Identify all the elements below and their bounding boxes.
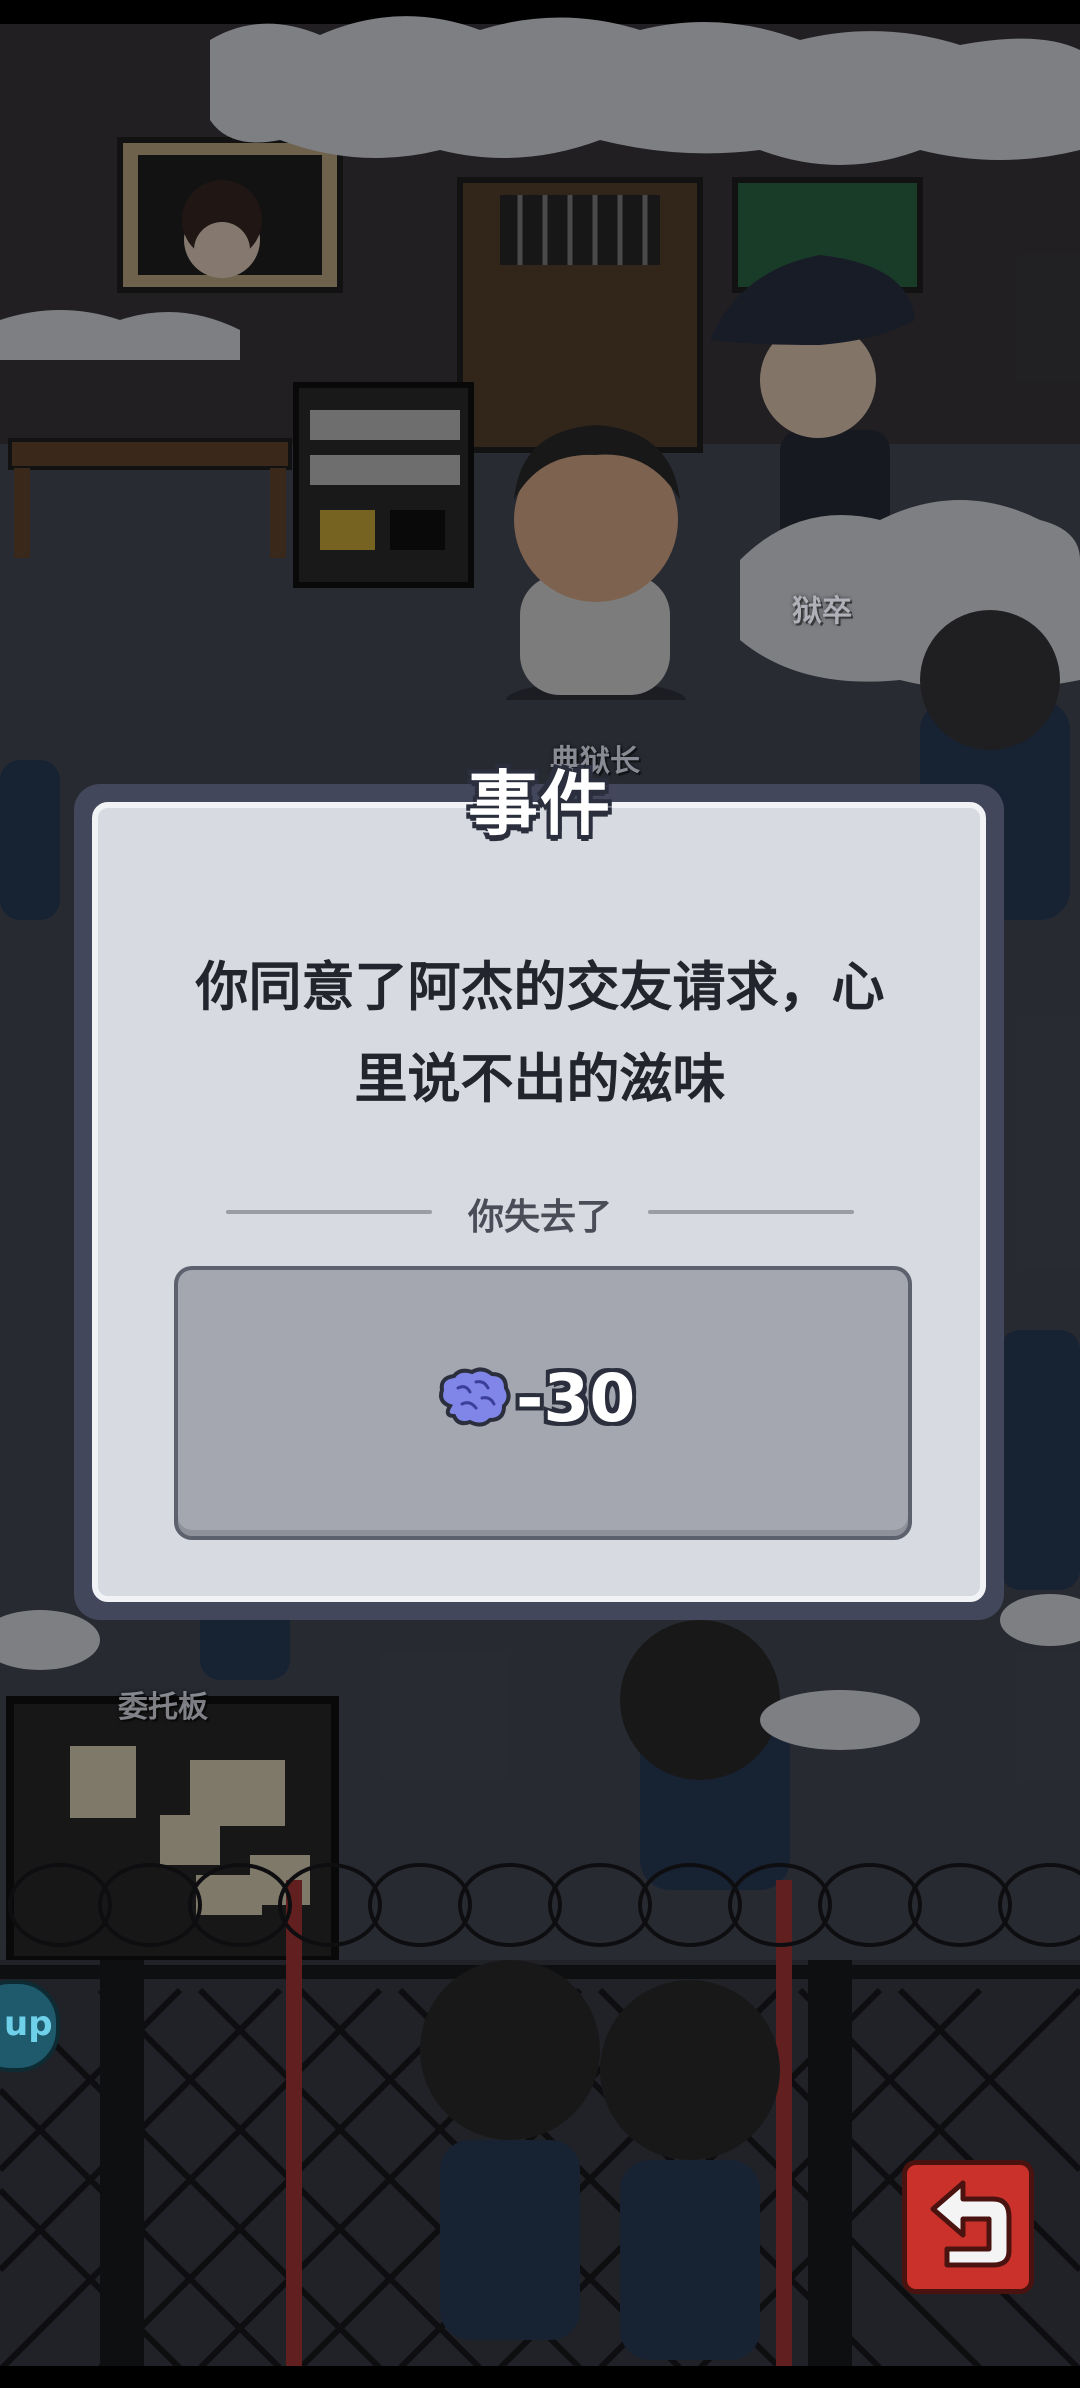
loss-value: -30 (516, 1360, 636, 1437)
event-message-line-1: 你同意了阿杰的交友请求，心 (195, 957, 885, 1018)
return-arrow-icon (930, 2180, 1012, 2268)
event-message: 你同意了阿杰的交友请求，心 里说不出的滋味 (136, 942, 944, 1126)
board-label: 委托板 (118, 1690, 208, 1725)
dialog-title: 事件 (468, 763, 612, 845)
guard-label: 狱卒 (792, 594, 852, 629)
back-button[interactable] (902, 2160, 1034, 2294)
event-message-line-2: 里说不出的滋味 (354, 1049, 726, 1110)
loss-divider-label: 你失去了 (467, 1197, 612, 1238)
brain-icon (439, 1367, 511, 1427)
side-menu-button-label: up (4, 2004, 53, 2044)
